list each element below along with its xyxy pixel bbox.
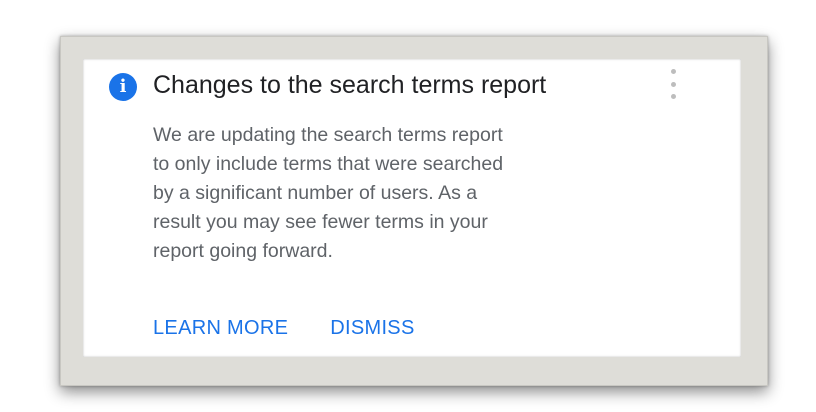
learn-more-button[interactable]: LEARN MORE bbox=[153, 317, 288, 340]
more-vert-icon[interactable] bbox=[666, 67, 680, 101]
menu-dot bbox=[670, 94, 676, 99]
body-line: by a significant number of users. As a bbox=[153, 182, 478, 204]
body-line: report going forward. bbox=[153, 240, 333, 262]
notification-title: Changes to the search terms report bbox=[153, 71, 547, 99]
menu-dot bbox=[670, 81, 676, 87]
card-frame: i Changes to the search terms report We … bbox=[60, 36, 768, 386]
body-line: result you may see fewer terms in your bbox=[153, 211, 488, 233]
info-icon: i bbox=[109, 73, 137, 101]
notification-card: i Changes to the search terms report We … bbox=[83, 59, 741, 357]
dismiss-button[interactable]: DISMISS bbox=[330, 317, 414, 340]
menu-dot bbox=[670, 69, 676, 74]
action-bar: LEARN MORE DISMISS bbox=[153, 317, 415, 340]
notification-body: We are updating the search terms report … bbox=[153, 121, 633, 266]
body-line: We are updating the search terms report bbox=[153, 124, 503, 146]
body-line: to only include terms that were searched bbox=[153, 153, 504, 175]
